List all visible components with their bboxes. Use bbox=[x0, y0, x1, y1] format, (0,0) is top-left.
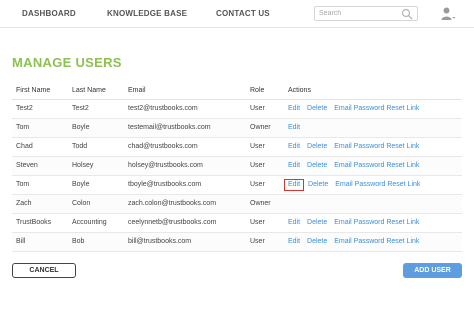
cell-role: User bbox=[246, 175, 284, 195]
cell-last-name: Holsey bbox=[68, 156, 124, 176]
edit-link[interactable]: Edit bbox=[288, 143, 300, 150]
cell-first-name: Tom bbox=[12, 175, 68, 195]
edit-link[interactable]: Edit bbox=[288, 162, 300, 169]
reset-password-link[interactable]: Email Password Reset Link bbox=[334, 219, 419, 226]
user-icon[interactable] bbox=[440, 6, 456, 22]
nav-dashboard[interactable]: DASHBOARD bbox=[22, 9, 76, 18]
cell-first-name: Bill bbox=[12, 232, 68, 252]
cell-email: chad@trustbooks.com bbox=[124, 137, 246, 157]
cell-first-name: Tom bbox=[12, 118, 68, 138]
cell-first-name: Steven bbox=[12, 156, 68, 176]
cell-role: User bbox=[246, 137, 284, 157]
cell-role: Owner bbox=[246, 194, 284, 214]
nav-knowledge-base[interactable]: KNOWLEDGE BASE bbox=[107, 9, 187, 18]
table-row: Steven Holsey holsey@trustbooks.com User… bbox=[12, 156, 462, 176]
cell-first-name: TrustBooks bbox=[12, 213, 68, 233]
table-row: Bill Bob bill@trustbooks.com User Edit D… bbox=[12, 232, 462, 252]
edit-link-highlighted[interactable]: Edit bbox=[284, 178, 305, 191]
cell-actions: Edit Delete Email Password Reset Link bbox=[284, 232, 462, 252]
cell-actions: Edit Delete Email Password Reset Link bbox=[284, 156, 462, 176]
cell-last-name: Boyle bbox=[68, 118, 124, 138]
delete-link[interactable]: Delete bbox=[308, 181, 328, 188]
cancel-button[interactable]: CANCEL bbox=[12, 263, 76, 278]
cell-role: Owner bbox=[246, 118, 284, 138]
cell-actions: Edit Delete Email Password Reset Link bbox=[284, 213, 462, 233]
cell-actions: Edit Delete Email Password Reset Link bbox=[284, 175, 462, 195]
table-row: TrustBooks Accounting ceelynnetb@trustbo… bbox=[12, 213, 462, 233]
delete-link[interactable]: Delete bbox=[307, 238, 327, 245]
cell-actions bbox=[284, 194, 462, 214]
reset-password-link[interactable]: Email Password Reset Link bbox=[334, 162, 419, 169]
delete-link[interactable]: Delete bbox=[307, 105, 327, 112]
column-header-last-name: Last Name bbox=[68, 82, 124, 100]
nav-contact-us[interactable]: CONTACT US bbox=[216, 9, 270, 18]
edit-link[interactable]: Edit bbox=[288, 105, 300, 112]
cell-last-name: Todd bbox=[68, 137, 124, 157]
cell-email: holsey@trustbooks.com bbox=[124, 156, 246, 176]
reset-password-link[interactable]: Email Password Reset Link bbox=[334, 105, 419, 112]
cell-last-name: Accounting bbox=[68, 213, 124, 233]
edit-link[interactable]: Edit bbox=[288, 238, 300, 245]
column-header-role: Role bbox=[246, 82, 284, 100]
cell-last-name: Colon bbox=[68, 194, 124, 214]
cell-actions: Edit bbox=[284, 118, 462, 138]
cell-last-name: Test2 bbox=[68, 99, 124, 119]
cell-role: User bbox=[246, 99, 284, 119]
delete-link[interactable]: Delete bbox=[307, 219, 327, 226]
cell-email: tboyle@trustbooks.com bbox=[124, 175, 246, 195]
search-icon[interactable] bbox=[401, 8, 413, 20]
cell-actions: Edit Delete Email Password Reset Link bbox=[284, 137, 462, 157]
users-table: First Name Last Name Email Role Actions … bbox=[12, 82, 462, 252]
table-row: Tom Boyle tboyle@trustbooks.com User Edi… bbox=[12, 175, 462, 195]
cell-role: User bbox=[246, 156, 284, 176]
cell-email: bill@trustbooks.com bbox=[124, 232, 246, 252]
delete-link[interactable]: Delete bbox=[307, 162, 327, 169]
table-row: Chad Todd chad@trustbooks.com User Edit … bbox=[12, 137, 462, 157]
table-row: Test2 Test2 test2@trustbooks.com User Ed… bbox=[12, 99, 462, 119]
cell-last-name: Bob bbox=[68, 232, 124, 252]
reset-password-link[interactable]: Email Password Reset Link bbox=[335, 181, 420, 188]
cell-email: test2@trustbooks.com bbox=[124, 99, 246, 119]
cell-email: zach.colon@trustbooks.com bbox=[124, 194, 246, 214]
delete-link[interactable]: Delete bbox=[307, 143, 327, 150]
table-header-row: First Name Last Name Email Role Actions bbox=[12, 82, 462, 100]
reset-password-link[interactable]: Email Password Reset Link bbox=[334, 238, 419, 245]
cell-first-name: Zach bbox=[12, 194, 68, 214]
page-title: MANAGE USERS bbox=[12, 55, 122, 70]
top-navigation-bar: DASHBOARD KNOWLEDGE BASE CONTACT US bbox=[0, 0, 474, 28]
table-row: Tom Boyle testemail@trustbooks.com Owner… bbox=[12, 118, 462, 138]
edit-link[interactable]: Edit bbox=[288, 124, 300, 131]
cell-role: User bbox=[246, 213, 284, 233]
cell-role: User bbox=[246, 232, 284, 252]
add-user-button[interactable]: ADD USER bbox=[403, 263, 462, 278]
cell-last-name: Boyle bbox=[68, 175, 124, 195]
search-box bbox=[314, 6, 418, 21]
column-header-actions: Actions bbox=[284, 82, 462, 100]
cell-first-name: Chad bbox=[12, 137, 68, 157]
column-header-email: Email bbox=[124, 82, 246, 100]
edit-link[interactable]: Edit bbox=[288, 219, 300, 226]
cell-email: testemail@trustbooks.com bbox=[124, 118, 246, 138]
reset-password-link[interactable]: Email Password Reset Link bbox=[334, 143, 419, 150]
cell-email: ceelynnetb@trustbooks.com bbox=[124, 213, 246, 233]
cell-first-name: Test2 bbox=[12, 99, 68, 119]
cell-actions: Edit Delete Email Password Reset Link bbox=[284, 99, 462, 119]
table-row: Zach Colon zach.colon@trustbooks.com Own… bbox=[12, 194, 462, 214]
column-header-first-name: First Name bbox=[12, 82, 68, 100]
search-input[interactable] bbox=[319, 8, 399, 19]
